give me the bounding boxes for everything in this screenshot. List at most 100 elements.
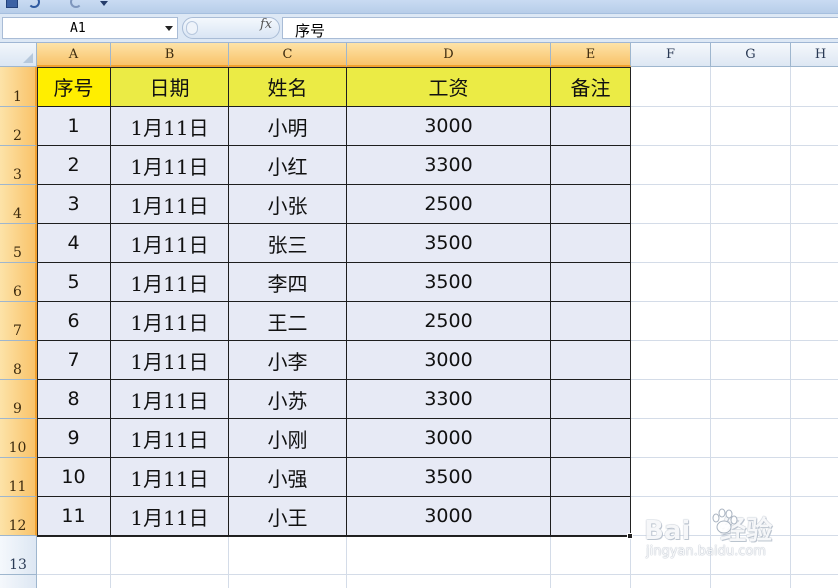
row-header-13[interactable]: 13: [0, 536, 37, 575]
table-cell-note[interactable]: [551, 185, 631, 224]
row-header-10[interactable]: 10: [0, 419, 37, 458]
row-header-7[interactable]: 7: [0, 302, 37, 341]
empty-cell[interactable]: [229, 536, 347, 575]
table-cell-date[interactable]: 1月11日: [111, 185, 229, 224]
column-header-g[interactable]: G: [711, 43, 791, 67]
column-header-e[interactable]: E: [551, 43, 631, 67]
table-cell-name[interactable]: 王二: [229, 302, 347, 341]
customize-toolbar-icon[interactable]: [100, 1, 108, 6]
undo-icon[interactable]: [28, 0, 40, 8]
table-cell-seq[interactable]: 6: [37, 302, 111, 341]
table-cell-name[interactable]: 小强: [229, 458, 347, 497]
empty-cell[interactable]: [791, 302, 838, 341]
table-cell-seq[interactable]: 5: [37, 263, 111, 302]
table-cell-seq[interactable]: 8: [37, 380, 111, 419]
table-cell-seq[interactable]: 1: [37, 107, 111, 146]
empty-cell[interactable]: [791, 146, 838, 185]
empty-cell[interactable]: [37, 575, 111, 588]
empty-cell[interactable]: [791, 263, 838, 302]
table-cell-seq[interactable]: 3: [37, 185, 111, 224]
select-all-button[interactable]: [0, 43, 37, 67]
empty-cell[interactable]: [791, 536, 838, 575]
table-cell-salary[interactable]: 3000: [347, 341, 551, 380]
table-cell-name[interactable]: 小刚: [229, 419, 347, 458]
empty-cell[interactable]: [711, 146, 791, 185]
table-cell-name[interactable]: 小张: [229, 185, 347, 224]
table-cell-name[interactable]: 李四: [229, 263, 347, 302]
row-header-6[interactable]: 6: [0, 263, 37, 302]
row-header-2[interactable]: 2: [0, 107, 37, 146]
empty-cell[interactable]: [111, 575, 229, 588]
table-cell-note[interactable]: [551, 263, 631, 302]
table-cell-seq[interactable]: 7: [37, 341, 111, 380]
empty-cell[interactable]: [711, 185, 791, 224]
table-cell-name[interactable]: 小苏: [229, 380, 347, 419]
empty-cell[interactable]: [631, 185, 711, 224]
empty-cell[interactable]: [711, 536, 791, 575]
chevron-down-icon[interactable]: [165, 26, 173, 31]
empty-cell[interactable]: [711, 302, 791, 341]
row-header-5[interactable]: 5: [0, 224, 37, 263]
empty-cell[interactable]: [711, 67, 791, 107]
empty-cell[interactable]: [347, 575, 551, 588]
table-cell-name[interactable]: 小红: [229, 146, 347, 185]
table-cell-salary[interactable]: 3500: [347, 263, 551, 302]
table-cell-salary[interactable]: 3300: [347, 146, 551, 185]
save-icon[interactable]: [6, 0, 18, 8]
empty-cell[interactable]: [791, 575, 838, 588]
empty-cell[interactable]: [711, 224, 791, 263]
empty-cell[interactable]: [551, 575, 631, 588]
fill-handle[interactable]: [627, 533, 633, 539]
column-header-f[interactable]: F: [631, 43, 711, 67]
table-cell-date[interactable]: 1月11日: [111, 419, 229, 458]
empty-cell[interactable]: [347, 536, 551, 575]
table-cell-salary[interactable]: 3000: [347, 419, 551, 458]
row-header-12[interactable]: 12: [0, 497, 37, 536]
empty-cell[interactable]: [631, 419, 711, 458]
empty-cell[interactable]: [791, 419, 838, 458]
empty-cell[interactable]: [791, 458, 838, 497]
table-cell-name[interactable]: 小王: [229, 497, 347, 536]
table-header-cell[interactable]: 日期: [111, 67, 229, 107]
table-cell-note[interactable]: [551, 497, 631, 536]
row-header-9[interactable]: 9: [0, 380, 37, 419]
name-box[interactable]: A1: [2, 17, 178, 39]
column-header-d[interactable]: D: [347, 43, 551, 67]
insert-function-icon[interactable]: fx: [260, 17, 272, 32]
column-header-b[interactable]: B: [111, 43, 229, 67]
empty-cell[interactable]: [711, 419, 791, 458]
empty-cell[interactable]: [791, 185, 838, 224]
table-cell-note[interactable]: [551, 107, 631, 146]
table-cell-date[interactable]: 1月11日: [111, 458, 229, 497]
empty-cell[interactable]: [791, 224, 838, 263]
table-cell-date[interactable]: 1月11日: [111, 497, 229, 536]
column-header-a[interactable]: A: [37, 43, 111, 67]
table-cell-salary[interactable]: 3000: [347, 107, 551, 146]
table-cell-seq[interactable]: 2: [37, 146, 111, 185]
table-cell-date[interactable]: 1月11日: [111, 146, 229, 185]
empty-cell[interactable]: [631, 224, 711, 263]
empty-cell[interactable]: [711, 341, 791, 380]
row-header-3[interactable]: 3: [0, 146, 37, 185]
table-cell-salary[interactable]: 2500: [347, 185, 551, 224]
table-cell-salary[interactable]: 3500: [347, 458, 551, 497]
empty-cell[interactable]: [791, 497, 838, 536]
table-cell-date[interactable]: 1月11日: [111, 224, 229, 263]
empty-cell[interactable]: [631, 380, 711, 419]
row-header-8[interactable]: 8: [0, 341, 37, 380]
table-cell-date[interactable]: 1月11日: [111, 380, 229, 419]
empty-cell[interactable]: [711, 497, 791, 536]
empty-cell[interactable]: [631, 263, 711, 302]
table-cell-date[interactable]: 1月11日: [111, 107, 229, 146]
empty-cell[interactable]: [551, 536, 631, 575]
empty-cell[interactable]: [791, 107, 838, 146]
empty-cell[interactable]: [631, 302, 711, 341]
table-cell-salary[interactable]: 2500: [347, 302, 551, 341]
empty-cell[interactable]: [111, 536, 229, 575]
table-cell-note[interactable]: [551, 341, 631, 380]
table-header-cell[interactable]: 姓名: [229, 67, 347, 107]
table-header-cell[interactable]: 序号: [37, 67, 111, 107]
table-cell-note[interactable]: [551, 146, 631, 185]
empty-cell[interactable]: [791, 67, 838, 107]
empty-cell[interactable]: [711, 380, 791, 419]
